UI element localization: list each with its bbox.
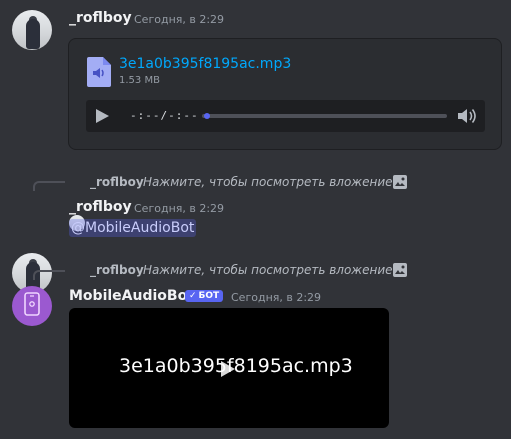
reply-preview[interactable]: Нажмите, чтобы посмотреть вложение	[143, 263, 393, 277]
bot-avatar[interactable]	[12, 286, 52, 326]
reply-connector	[33, 270, 65, 280]
reply-username[interactable]: _roflboy	[90, 263, 144, 277]
phone-icon	[23, 292, 41, 320]
audio-player: -:--/-:--	[86, 100, 485, 132]
avatar[interactable]	[12, 10, 52, 50]
timestamp: Сегодня, в 2:29	[134, 13, 225, 26]
reply-connector	[33, 181, 65, 191]
username[interactable]: _roflboy	[69, 10, 132, 26]
video-embed[interactable]: 3e1a0b395f8195ac.mp3	[69, 308, 389, 428]
username[interactable]: _roflboy	[69, 199, 132, 215]
checkmark-icon: ✓	[189, 291, 197, 301]
progress-bar[interactable]	[202, 113, 447, 119]
play-icon[interactable]	[220, 360, 236, 382]
timestamp: Сегодня, в 2:29	[231, 291, 322, 304]
time-display: -:--/-:--	[130, 109, 199, 122]
reply-preview[interactable]: Нажмите, чтобы посмотреть вложение	[143, 175, 393, 189]
file-size: 1.53 MB	[119, 75, 160, 86]
play-icon[interactable]	[94, 108, 110, 128]
image-icon	[392, 174, 408, 194]
timestamp: Сегодня, в 2:29	[134, 202, 225, 215]
audio-attachment: 3e1a0b395f8195ac.mp3 1.53 MB -:--/-:--	[68, 38, 502, 150]
bot-badge: ✓ БОТ	[185, 290, 224, 302]
username[interactable]: MobileAudioBot	[69, 288, 194, 304]
progress-handle[interactable]	[203, 113, 210, 119]
audio-file-icon	[87, 57, 111, 91]
volume-icon[interactable]	[457, 107, 477, 129]
image-icon	[392, 262, 408, 282]
file-name-link[interactable]: 3e1a0b395f8195ac.mp3	[119, 56, 291, 72]
user-mention[interactable]: @MobileAudioBot	[69, 219, 197, 237]
bot-badge-label: БОТ	[198, 291, 220, 301]
reply-username[interactable]: _roflboy	[90, 175, 144, 189]
